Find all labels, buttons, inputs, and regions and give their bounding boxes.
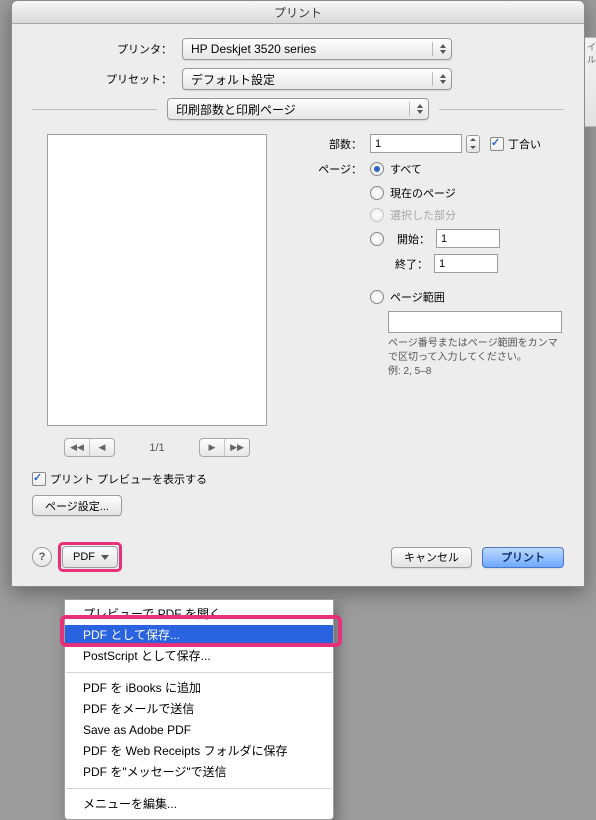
pages-label: ページ： bbox=[312, 161, 370, 177]
menu-save-adobe-pdf[interactable]: Save as Adobe PDF bbox=[65, 720, 333, 741]
menu-save-as-pdf[interactable]: PDF として保存... bbox=[65, 625, 333, 646]
pages-from-radio[interactable] bbox=[370, 232, 384, 246]
triangle-down-icon bbox=[101, 555, 109, 560]
menu-web-receipts[interactable]: PDF を Web Receipts フォルダに保存 bbox=[65, 741, 333, 762]
background-window-fragment: イル bbox=[585, 37, 596, 127]
show-preview-checkbox[interactable] bbox=[32, 472, 46, 486]
pages-range-radio[interactable] bbox=[370, 290, 384, 304]
print-dialog: イル プリント プリンタ： HP Deskjet 3520 series プリセ… bbox=[11, 0, 585, 587]
pages-range-hint: ページ番号またはページ範囲をカンマで区切って入力してください。 例: 2, 5–… bbox=[388, 337, 564, 379]
collate-label: 丁合い bbox=[508, 136, 541, 152]
print-button[interactable]: プリント bbox=[482, 547, 564, 568]
pages-selection-radio bbox=[370, 208, 384, 222]
pages-all-label: すべて bbox=[390, 161, 422, 177]
pager-first-button[interactable]: ◀◀ bbox=[65, 439, 90, 456]
pager-prev-button[interactable]: ◀ bbox=[90, 439, 114, 456]
pager-count: 1/1 bbox=[121, 442, 193, 454]
printer-label: プリンタ： bbox=[32, 41, 182, 57]
pages-from-input[interactable] bbox=[436, 229, 500, 248]
pages-all-radio[interactable] bbox=[370, 162, 384, 176]
preset-label: プリセット： bbox=[32, 71, 182, 87]
page-preview bbox=[47, 134, 267, 426]
updown-icon bbox=[437, 69, 449, 89]
preset-select[interactable]: デフォルト設定 bbox=[182, 68, 452, 90]
menu-mail-pdf[interactable]: PDF をメールで送信 bbox=[65, 699, 333, 720]
pages-current-label: 現在のページ bbox=[390, 185, 456, 201]
menu-add-to-ibooks[interactable]: PDF を iBooks に追加 bbox=[65, 678, 333, 699]
printer-select[interactable]: HP Deskjet 3520 series bbox=[182, 38, 452, 60]
window-title: プリント bbox=[274, 4, 322, 21]
pager-last-button[interactable]: ▶▶ bbox=[225, 439, 249, 456]
help-button[interactable]: ? bbox=[32, 547, 52, 567]
copies-label: 部数： bbox=[312, 136, 370, 152]
updown-icon bbox=[414, 99, 426, 119]
window-titlebar: プリント bbox=[12, 1, 584, 24]
pages-current-radio[interactable] bbox=[370, 186, 384, 200]
menu-open-in-preview[interactable]: プレビューで PDF を開く bbox=[65, 604, 333, 625]
divider bbox=[32, 109, 157, 110]
menu-separator bbox=[66, 672, 332, 673]
collate-checkbox[interactable] bbox=[490, 137, 504, 151]
copies-input[interactable] bbox=[370, 134, 462, 153]
show-preview-label: プリント プレビューを表示する bbox=[50, 471, 207, 487]
pdf-menu-button[interactable]: PDF bbox=[62, 546, 118, 568]
menu-send-message[interactable]: PDF を"メッセージ"で送信 bbox=[65, 762, 333, 783]
pager-fwd-group: ▶ ▶▶ bbox=[199, 438, 250, 457]
menu-save-as-postscript[interactable]: PostScript として保存... bbox=[65, 646, 333, 667]
pages-from-label: 開始： bbox=[390, 231, 430, 247]
pages-to-label: 終了： bbox=[388, 256, 428, 272]
section-select[interactable]: 印刷部数と印刷ページ bbox=[167, 98, 429, 120]
pager-next-button[interactable]: ▶ bbox=[200, 439, 225, 456]
pages-selection-label: 選択した部分 bbox=[390, 207, 456, 223]
updown-icon bbox=[437, 39, 449, 59]
menu-separator bbox=[66, 788, 332, 789]
pages-range-label: ページ範囲 bbox=[390, 289, 445, 305]
pages-range-input[interactable] bbox=[388, 311, 562, 333]
page-setup-button[interactable]: ページ設定... bbox=[32, 495, 122, 516]
pager-back-group: ◀◀ ◀ bbox=[64, 438, 115, 457]
copies-stepper[interactable] bbox=[466, 135, 480, 153]
pages-to-input[interactable] bbox=[434, 254, 498, 273]
menu-edit-menu[interactable]: メニューを編集... bbox=[65, 794, 333, 815]
divider bbox=[439, 109, 564, 110]
pdf-dropdown-menu: プレビューで PDF を開く PDF として保存... PostScript と… bbox=[64, 599, 334, 820]
cancel-button[interactable]: キャンセル bbox=[391, 547, 472, 568]
